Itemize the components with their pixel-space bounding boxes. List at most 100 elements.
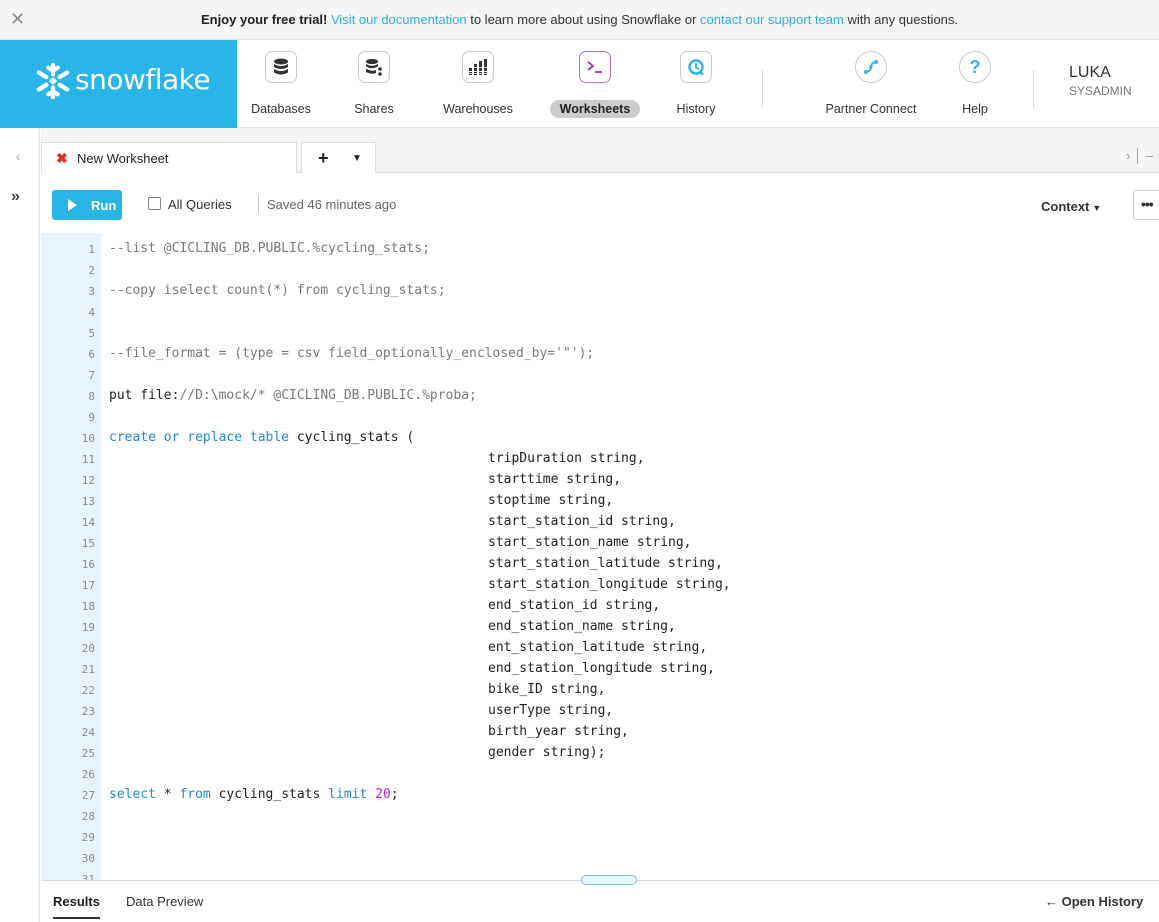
all-queries-checkbox[interactable] — [148, 197, 161, 210]
worksheet-tabs: ✖ New Worksheet + ▼ › │ – — [41, 128, 1159, 173]
nav-help-label: Help — [962, 102, 988, 116]
line-number: 19 — [81, 621, 95, 634]
snowflake-icon — [36, 62, 70, 100]
chevron-down-icon[interactable]: ▼ — [352, 153, 362, 164]
database-icon — [265, 51, 297, 83]
line-number: 31 — [81, 873, 95, 880]
line-number: 6 — [88, 348, 95, 361]
line-number: 30 — [81, 852, 95, 865]
code-keyword: limit — [328, 787, 368, 802]
line-number: 23 — [81, 705, 95, 718]
tab-results[interactable]: Results — [53, 894, 100, 919]
plus-icon[interactable]: + — [318, 148, 329, 168]
nav-partner-connect[interactable]: Partner Connect — [810, 40, 932, 128]
saved-status: Saved 46 minutes ago — [267, 197, 397, 212]
run-label: Run — [91, 198, 117, 213]
code-line: stoptime string, — [488, 493, 614, 508]
more-options-button[interactable]: ••• — [1133, 190, 1159, 220]
tab-label: New Worksheet — [77, 151, 169, 166]
code-token: cycling_stats — [210, 787, 329, 802]
context-dropdown[interactable]: Context ▼ — [1041, 199, 1101, 214]
code-line: --list @CICLING_DB.PUBLIC.%cycling_stats… — [109, 241, 430, 256]
code-keyword: create or replace table — [109, 430, 290, 445]
scroll-left-icon[interactable]: ‹ — [16, 148, 21, 164]
nav-divider-2 — [1033, 70, 1034, 108]
trial-banner: ✕ Enjoy your free trial! Visit our docum… — [0, 0, 1159, 40]
all-queries-label[interactable]: All Queries — [168, 197, 232, 212]
code-line: tripDuration string, — [488, 451, 645, 466]
tab-new-worksheet[interactable]: ✖ New Worksheet — [41, 142, 297, 173]
nav-partner-connect-label: Partner Connect — [825, 102, 917, 116]
code-line: create or replace table cycling_stats ( — [109, 430, 414, 445]
line-number: 25 — [81, 747, 95, 760]
line-number: 20 — [81, 642, 95, 655]
open-history-button[interactable]: ← Open History — [1045, 894, 1143, 909]
nav-shares-label: Shares — [354, 102, 394, 116]
play-icon — [68, 199, 77, 211]
snowflake-logo[interactable]: snowflake — [0, 40, 237, 128]
code-token: put file: — [109, 388, 180, 403]
nav-worksheets[interactable]: Worksheets — [543, 40, 647, 128]
run-button[interactable]: Run — [52, 190, 122, 220]
top-nav: snowflake Databases Shares Warehouses Wo… — [0, 40, 1159, 128]
line-number: 4 — [88, 306, 95, 319]
banner-lead: Enjoy your free trial! — [200, 12, 328, 27]
line-number: 5 — [88, 327, 95, 340]
results-panel-header: Results Data Preview ← Open History — [41, 875, 1159, 922]
line-number: 3 — [88, 285, 95, 298]
code-line: start_station_latitude string, — [488, 556, 723, 571]
caret-down-icon: ▼ — [1092, 203, 1102, 213]
nav-warehouses[interactable]: Warehouses — [432, 40, 524, 128]
nav-worksheets-label: Worksheets — [543, 100, 647, 118]
line-number: 28 — [81, 810, 95, 823]
line-number: 26 — [81, 768, 95, 781]
line-number: 27 — [81, 789, 95, 802]
resize-handle[interactable] — [581, 875, 637, 885]
code-line: starttime string, — [488, 472, 622, 487]
code-token: cycling_stats ( — [289, 430, 415, 445]
code-token: ; — [390, 787, 399, 802]
line-number: 12 — [81, 474, 95, 487]
line-number: 21 — [81, 663, 95, 676]
code-line: start_station_name string, — [488, 535, 692, 550]
nav-help[interactable]: ? Help — [950, 40, 1000, 128]
scroll-right-icon[interactable]: › │ – — [1126, 148, 1153, 163]
open-history-label: Open History — [1061, 894, 1144, 909]
user-name: LUKA — [1069, 64, 1111, 81]
code-line: end_station_id string, — [488, 598, 661, 613]
expand-sidebar-icon[interactable]: » — [11, 188, 20, 206]
code-line: ent_station_latitude string, — [488, 640, 708, 655]
warehouse-icon — [462, 51, 494, 83]
nav-divider — [762, 70, 763, 108]
code-token: //D:\mock/* @CICLING_DB.PUBLIC.%proba; — [179, 388, 477, 403]
context-label: Context — [1041, 199, 1090, 214]
code-line: end_station_longitude string, — [488, 661, 715, 676]
support-link[interactable]: contact our support team — [700, 12, 844, 27]
sql-editor[interactable]: 1 2 3 4 5 6 7 8 9 10 11 12 13 14 15 16 1… — [41, 233, 1159, 880]
history-icon — [680, 51, 712, 83]
line-number: 10 — [81, 432, 95, 445]
code-keyword: from — [179, 787, 211, 802]
arrow-left-icon: ← — [1045, 894, 1062, 909]
nav-history[interactable]: History — [664, 40, 728, 128]
left-sidebar: ‹ » — [0, 128, 40, 922]
nav-databases[interactable]: Databases — [246, 40, 316, 128]
nav-shares[interactable]: Shares — [346, 40, 402, 128]
add-worksheet-tab[interactable]: + ▼ — [301, 142, 376, 173]
user-menu[interactable]: LUKA SYSADMIN — [1069, 64, 1132, 98]
code-line: end_station_name string, — [488, 619, 676, 634]
line-number: 22 — [81, 684, 95, 697]
tab-data-preview[interactable]: Data Preview — [126, 894, 203, 909]
close-tab-icon[interactable]: ✖ — [56, 150, 68, 166]
documentation-link[interactable]: Visit our documentation — [327, 12, 467, 27]
code-line: birth_year string, — [488, 724, 629, 739]
nav-worksheets-text: Worksheets — [549, 100, 641, 118]
line-number: 15 — [81, 537, 95, 550]
code-keyword: select — [109, 787, 156, 802]
line-number: 29 — [81, 831, 95, 844]
nav-databases-label: Databases — [251, 102, 311, 116]
brand-name: snowflake — [75, 63, 211, 96]
shares-icon — [358, 51, 390, 83]
code-line: bike_ID string, — [488, 682, 606, 697]
nav-history-label: History — [676, 102, 716, 116]
